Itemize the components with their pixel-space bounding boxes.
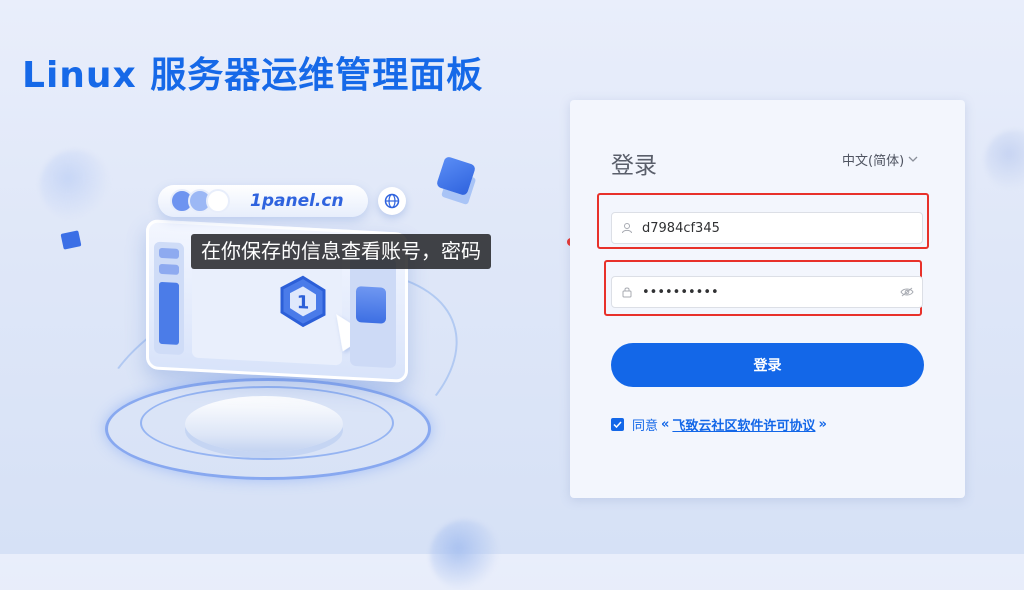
panel-chip-graphic <box>356 286 386 324</box>
sidebar-bar-graphic <box>159 263 179 275</box>
sidebar-bar-graphic <box>159 247 179 259</box>
decor-pedestal <box>185 396 343 452</box>
password-field-wrapper <box>611 276 923 308</box>
login-card: 登录 中文(简体) d7984cf345 •••••••••• 登录 同意 « … <box>570 100 965 498</box>
window-dots <box>170 189 230 213</box>
lock-icon <box>612 286 642 298</box>
decor-blob <box>985 130 1024 190</box>
password-input[interactable] <box>642 278 892 306</box>
hero-illustration: 1 1panel.cn <box>60 150 500 537</box>
eye-off-icon[interactable] <box>892 287 922 297</box>
language-label: 中文(简体) <box>842 154 905 169</box>
language-select[interactable]: 中文(简体) <box>842 150 918 169</box>
login-button[interactable]: 登录 <box>611 343 924 387</box>
user-icon <box>612 222 642 234</box>
decor-cube <box>60 230 82 250</box>
1panel-logo-icon: 1 <box>280 275 326 328</box>
username-field-wrapper <box>611 212 923 244</box>
agree-close-quote: » <box>818 417 827 432</box>
agreement-row: 同意 « 飞致云社区软件许可协议 » <box>611 415 830 434</box>
globe-icon <box>378 187 406 215</box>
check-icon <box>613 421 622 428</box>
chevron-down-icon <box>908 153 918 166</box>
svg-text:1: 1 <box>297 292 310 314</box>
eye-off-graphic <box>900 287 914 297</box>
url-bar-graphic: 1panel.cn <box>158 185 368 217</box>
login-title: 登录 <box>611 153 657 179</box>
chevron-graphic <box>908 156 918 162</box>
decor-cube <box>435 155 477 197</box>
decor-blob <box>430 520 500 590</box>
credentials-hint-tooltip: 在你保存的信息查看账号，密码 <box>191 234 491 269</box>
page-title: Linux 服务器运维管理面板 <box>22 55 484 96</box>
lock-icon-graphic <box>622 287 632 298</box>
sidebar-bar-graphic <box>159 281 179 345</box>
agree-checkbox[interactable] <box>611 418 624 431</box>
globe-icon-graphic <box>384 193 400 209</box>
agree-prefix: 同意 <box>632 419 659 434</box>
agree-open-quote: « <box>661 417 670 432</box>
user-icon-graphic <box>622 223 632 234</box>
username-input[interactable] <box>642 214 922 242</box>
license-agreement-link[interactable]: 飞致云社区软件许可协议 <box>672 415 815 434</box>
url-text: 1panel.cn <box>250 191 344 211</box>
window-dot <box>206 189 230 213</box>
window-sidebar-graphic <box>154 241 184 356</box>
window-panel-graphic <box>350 255 396 369</box>
